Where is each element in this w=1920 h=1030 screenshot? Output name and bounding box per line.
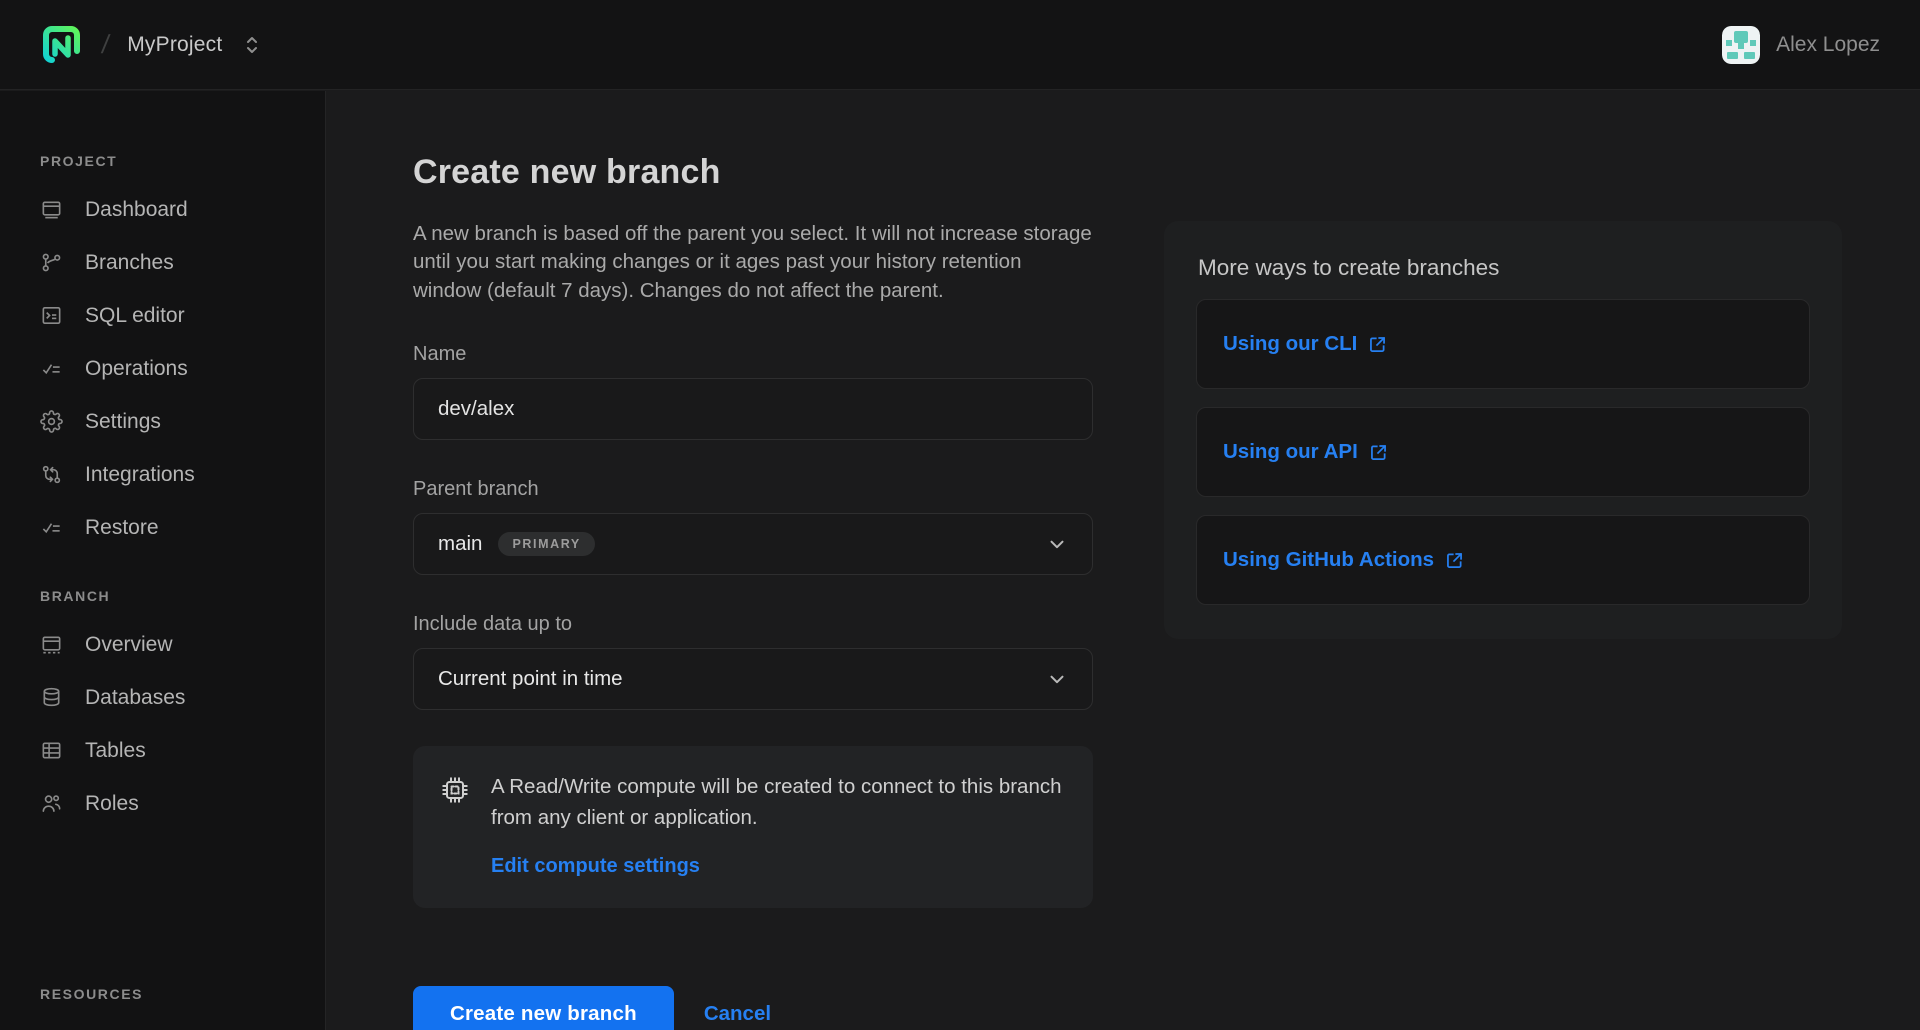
sidebar-item-label: Branches: [85, 251, 174, 275]
sidebar-item-label: Overview: [85, 633, 173, 657]
sidebar-item-label: SQL editor: [85, 304, 185, 328]
sidebar-item-label: Dashboard: [85, 198, 188, 222]
database-icon: [40, 686, 63, 709]
page-description: A new branch is based off the parent you…: [413, 220, 1093, 305]
using-api-link[interactable]: Using our API: [1223, 440, 1389, 464]
sidebar-item-dashboard[interactable]: Dashboard: [40, 183, 325, 236]
sidebar-item-label: Operations: [85, 357, 188, 381]
sidebar-section-project: PROJECT: [40, 153, 325, 169]
sidebar-item-settings[interactable]: Settings: [40, 395, 325, 448]
breadcrumb-separator: /: [100, 29, 112, 60]
operations-icon: [40, 357, 63, 380]
compute-note-text: A Read/Write compute will be created to …: [491, 772, 1063, 834]
sidebar-item-overview[interactable]: Overview: [40, 618, 325, 671]
sidebar-item-label: Tables: [85, 739, 146, 763]
branch-name-input[interactable]: [413, 378, 1093, 440]
sidebar-item-operations[interactable]: Operations: [40, 342, 325, 395]
more-ways-panel: More ways to create branches Using our C…: [1164, 221, 1842, 639]
create-branch-form: Create new branch A new branch is based …: [413, 91, 1093, 1030]
external-link-icon: [1368, 442, 1389, 463]
branches-icon: [40, 251, 63, 274]
page-title: Create new branch: [413, 153, 1093, 192]
sidebar-item-label: Integrations: [85, 463, 195, 487]
sidebar-item-tables[interactable]: Tables: [40, 724, 325, 777]
overview-icon: [40, 633, 63, 656]
chevron-down-icon: [1046, 668, 1068, 690]
sidebar-item-restore[interactable]: Restore: [40, 501, 325, 554]
cancel-link[interactable]: Cancel: [694, 1002, 781, 1026]
sidebar-section-branch: BRANCH: [40, 588, 325, 604]
parent-branch-label: Parent branch: [413, 478, 1093, 501]
sidebar-section-resources: RESOURCES: [40, 986, 325, 1002]
github-actions-card[interactable]: Using GitHub Actions: [1196, 515, 1810, 605]
sidebar-item-databases[interactable]: Databases: [40, 671, 325, 724]
sidebar: PROJECT Dashboard Branches SQL editor Op…: [0, 91, 326, 1030]
integrations-icon: [40, 463, 63, 486]
main-content: Create new branch A new branch is based …: [327, 91, 1920, 1030]
top-bar: / MyProject Alex Lopez: [0, 0, 1920, 90]
sidebar-item-branches[interactable]: Branches: [40, 236, 325, 289]
include-data-select[interactable]: Current point in time: [413, 648, 1093, 710]
table-icon: [40, 739, 63, 762]
create-new-branch-button[interactable]: Create new branch: [413, 986, 674, 1030]
using-cli-link[interactable]: Using our CLI: [1223, 332, 1388, 356]
using-github-actions-link[interactable]: Using GitHub Actions: [1223, 548, 1465, 572]
more-ways-title: More ways to create branches: [1198, 255, 1810, 281]
edit-compute-settings-link[interactable]: Edit compute settings: [491, 855, 700, 878]
neon-logo-icon[interactable]: [40, 23, 84, 67]
external-link-icon: [1367, 334, 1388, 355]
cpu-icon: [439, 774, 471, 879]
using-api-label: Using our API: [1223, 440, 1358, 464]
chevron-down-icon: [1046, 533, 1068, 555]
form-actions: Create new branch Cancel: [413, 986, 1093, 1030]
include-data-value: Current point in time: [438, 667, 623, 691]
restore-icon: [40, 516, 63, 539]
api-card[interactable]: Using our API: [1196, 407, 1810, 497]
include-data-label: Include data up to: [413, 613, 1093, 636]
sidebar-item-roles[interactable]: Roles: [40, 777, 325, 830]
user-name: Alex Lopez: [1776, 33, 1880, 57]
project-name[interactable]: MyProject: [127, 33, 222, 57]
sidebar-item-label: Databases: [85, 686, 185, 710]
sql-editor-icon: [40, 304, 63, 327]
parent-branch-value: main: [438, 532, 482, 556]
sidebar-item-label: Settings: [85, 410, 161, 434]
sidebar-item-label: Roles: [85, 792, 139, 816]
sidebar-item-label: Restore: [85, 516, 159, 540]
primary-badge: PRIMARY: [498, 532, 594, 557]
using-github-actions-label: Using GitHub Actions: [1223, 548, 1434, 572]
cli-card[interactable]: Using our CLI: [1196, 299, 1810, 389]
name-field-label: Name: [413, 343, 1093, 366]
users-icon: [40, 792, 63, 815]
user-menu[interactable]: Alex Lopez: [1722, 26, 1880, 64]
compute-note-card: A Read/Write compute will be created to …: [413, 746, 1093, 909]
parent-branch-select[interactable]: main PRIMARY: [413, 513, 1093, 575]
using-cli-label: Using our CLI: [1223, 332, 1357, 356]
sidebar-item-integrations[interactable]: Integrations: [40, 448, 325, 501]
external-link-icon: [1444, 550, 1465, 571]
sidebar-item-sql-editor[interactable]: SQL editor: [40, 289, 325, 342]
breadcrumb: / MyProject: [40, 23, 262, 67]
project-switcher-icon[interactable]: [242, 34, 262, 56]
avatar: [1722, 26, 1760, 64]
dashboard-icon: [40, 198, 63, 221]
gear-icon: [40, 410, 63, 433]
